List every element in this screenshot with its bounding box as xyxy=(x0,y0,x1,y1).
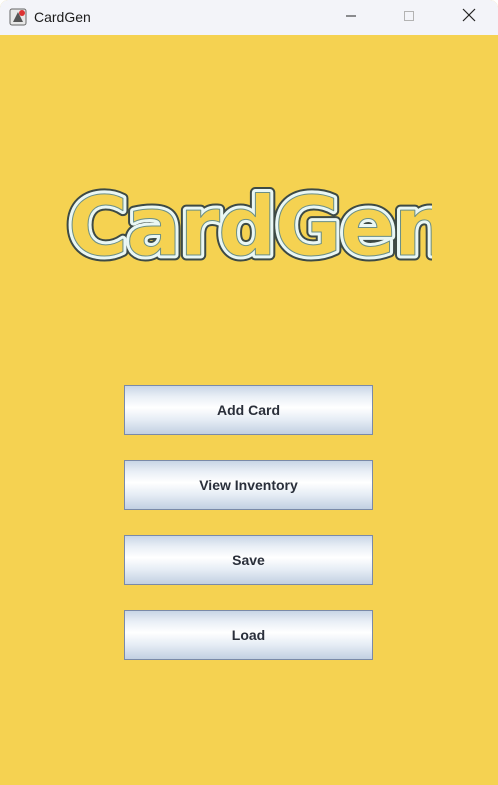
window-title: CardGen xyxy=(34,9,91,25)
add-card-button[interactable]: Add Card xyxy=(124,385,373,435)
app-window: CardGen CardGen CardGen CardGen Add Card… xyxy=(0,0,498,785)
minimize-button[interactable] xyxy=(322,0,380,35)
title-bar[interactable]: CardGen xyxy=(0,0,498,35)
minimize-icon xyxy=(345,9,357,27)
cardgen-logo: CardGen CardGen CardGen xyxy=(66,175,432,281)
save-button[interactable]: Save xyxy=(124,535,373,585)
main-panel: CardGen CardGen CardGen Add Card View In… xyxy=(0,35,498,785)
load-button[interactable]: Load xyxy=(124,610,373,660)
close-button[interactable] xyxy=(440,0,498,35)
maximize-icon xyxy=(403,9,415,27)
logo-text-inner: CardGen xyxy=(68,180,432,275)
view-inventory-button[interactable]: View Inventory xyxy=(124,460,373,510)
close-icon xyxy=(462,8,476,27)
app-icon[interactable] xyxy=(8,7,28,27)
maximize-button[interactable] xyxy=(380,0,438,35)
